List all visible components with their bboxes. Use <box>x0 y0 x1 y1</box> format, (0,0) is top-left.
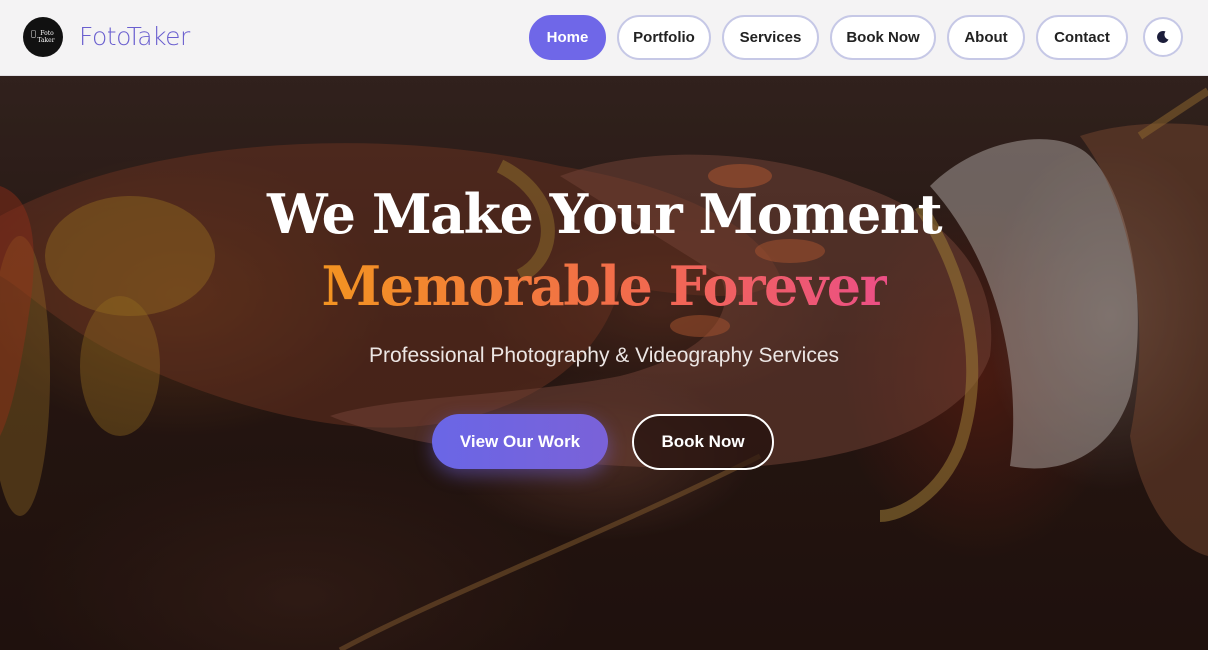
nav-contact[interactable]: Contact <box>1036 15 1128 60</box>
nav-about[interactable]: About <box>947 15 1025 60</box>
hero-headline-highlight: Memorable Forever <box>0 254 1208 318</box>
book-now-button[interactable]: Book Now <box>632 414 774 470</box>
brand-name[interactable]: FotoTaker <box>79 22 190 51</box>
nav-home[interactable]: Home <box>529 15 606 60</box>
moon-icon <box>1157 30 1169 43</box>
nav-book-now[interactable]: Book Now <box>830 15 936 60</box>
logo-icon[interactable]:  Foto Taker <box>23 17 63 57</box>
theme-toggle-button[interactable] <box>1143 17 1183 57</box>
apple-glyph-icon:  <box>31 30 36 38</box>
hero-section: We Make Your Moment Memorable Forever Pr… <box>0 76 1208 650</box>
hero-headline-gradient-text: Memorable Forever <box>321 254 888 318</box>
logo-badge-line2: Taker <box>37 37 55 44</box>
nav-portfolio[interactable]: Portfolio <box>617 15 711 60</box>
site-header:  Foto Taker FotoTaker Home Portfolio Se… <box>0 0 1208 76</box>
hero-subtitle: Professional Photography & Videography S… <box>368 344 840 367</box>
hero-headline: We Make Your Moment <box>266 182 943 246</box>
nav-services[interactable]: Services <box>722 15 819 60</box>
logo-badge-line1: Foto <box>40 30 54 37</box>
view-our-work-button[interactable]: View Our Work <box>432 414 608 469</box>
